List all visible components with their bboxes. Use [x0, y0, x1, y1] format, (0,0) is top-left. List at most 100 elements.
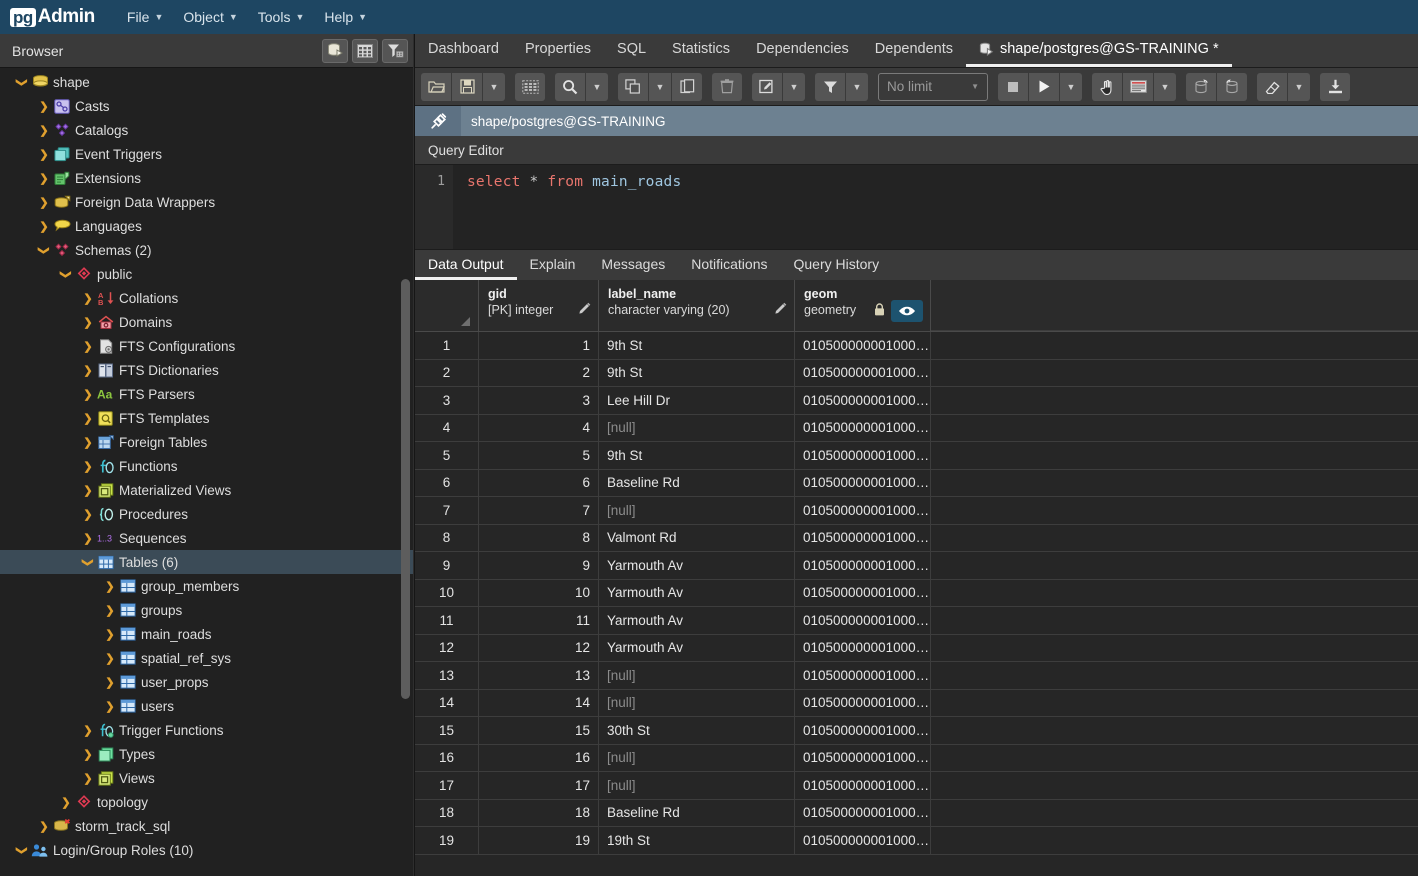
tree-item-catalogs[interactable]: ❯ Catalogs	[0, 118, 414, 142]
view-data-button[interactable]	[352, 38, 378, 63]
row-number-cell[interactable]: 12	[415, 634, 479, 662]
tab-dependencies[interactable]: Dependencies	[743, 34, 862, 67]
chevron-right-icon[interactable]: ❯	[36, 100, 52, 113]
row-number-cell[interactable]: 4	[415, 414, 479, 442]
menu-tools[interactable]: Tools ▼	[248, 5, 315, 29]
cell-geom[interactable]: 010500000001000…	[795, 359, 931, 387]
chevron-right-icon[interactable]: ❯	[80, 724, 96, 737]
cell-gid[interactable]: 6	[479, 469, 599, 497]
row-number-cell[interactable]: 10	[415, 579, 479, 607]
cell-gid[interactable]: 3	[479, 387, 599, 415]
cell-geom[interactable]: 010500000001000…	[795, 414, 931, 442]
filter-dropdown-button[interactable]: ▼	[846, 72, 868, 101]
tree-item-fts-templates[interactable]: ❯ FTS Templates	[0, 406, 414, 430]
table-row[interactable]: 6 6 Baseline Rd 010500000001000…	[415, 469, 1418, 497]
chevron-right-icon[interactable]: ❯	[102, 628, 118, 641]
grid-body[interactable]: 1 1 9th St 010500000001000… 2 2 9th St 01050000…	[415, 332, 1418, 855]
chevron-right-icon[interactable]: ❯	[80, 508, 96, 521]
output-tab-explain[interactable]: Explain	[517, 250, 589, 280]
cell-geom[interactable]: 010500000001000…	[795, 607, 931, 635]
tree-item-views[interactable]: ❯ Views	[0, 766, 414, 790]
explain-dropdown-button[interactable]: ▼	[1154, 72, 1176, 101]
execute-query-button[interactable]	[1029, 72, 1059, 101]
tree-item-trigger-functions[interactable]: ❯ Trigger Functions	[0, 718, 414, 742]
table-row[interactable]: 9 9 Yarmouth Av 010500000001000…	[415, 552, 1418, 580]
cell-gid[interactable]: 4	[479, 414, 599, 442]
tree-item-fts-dictionaries[interactable]: ❯ FTS Dictionaries	[0, 358, 414, 382]
tree-item-domains[interactable]: ❯ Domains	[0, 310, 414, 334]
explain-button[interactable]	[1092, 72, 1122, 101]
cell-gid[interactable]: 18	[479, 799, 599, 827]
copy-button[interactable]	[618, 72, 648, 101]
tree-item-foreign-data-wrappers[interactable]: ❯ Foreign Data Wrappers	[0, 190, 414, 214]
output-tab-notifications[interactable]: Notifications	[678, 250, 780, 280]
chevron-right-icon[interactable]: ❯	[102, 652, 118, 665]
tree-item-languages[interactable]: ❯ Languages	[0, 214, 414, 238]
table-row[interactable]: 4 4 [null] 010500000001000…	[415, 414, 1418, 442]
cell-label-name[interactable]: 9th St	[599, 332, 795, 360]
filter-button[interactable]	[382, 38, 408, 63]
row-number-cell[interactable]: 15	[415, 717, 479, 745]
cell-label-name[interactable]: Baseline Rd	[599, 799, 795, 827]
chevron-right-icon[interactable]: ❯	[80, 388, 96, 401]
chevron-right-icon[interactable]: ❯	[80, 460, 96, 473]
chevron-right-icon[interactable]: ❯	[80, 316, 96, 329]
chevron-right-icon[interactable]: ❯	[80, 364, 96, 377]
row-number-cell[interactable]: 14	[415, 689, 479, 717]
tree-item-user-props[interactable]: ❯ user_props	[0, 670, 414, 694]
cell-gid[interactable]: 1	[479, 332, 599, 360]
cell-label-name[interactable]: [null]	[599, 662, 795, 690]
cell-gid[interactable]: 10	[479, 579, 599, 607]
row-limit-select[interactable]: No limit ▼	[878, 72, 988, 101]
query-filter-button[interactable]	[815, 72, 845, 101]
cell-gid[interactable]: 12	[479, 634, 599, 662]
chevron-down-icon[interactable]: ❯	[16, 74, 29, 90]
row-number-cell[interactable]: 19	[415, 827, 479, 855]
find-dropdown-button[interactable]: ▼	[586, 72, 608, 101]
cell-label-name[interactable]: Valmont Rd	[599, 524, 795, 552]
table-row[interactable]: 18 18 Baseline Rd 010500000001000…	[415, 799, 1418, 827]
tab-shape-postgres-gs-training[interactable]: shape/postgres@GS-TRAINING *	[965, 34, 1232, 67]
save-dropdown-button[interactable]: ▼	[483, 72, 505, 101]
chevron-right-icon[interactable]: ❯	[36, 124, 52, 137]
chevron-right-icon[interactable]: ❯	[36, 220, 52, 233]
column-header-geom[interactable]: geom geometry	[795, 280, 931, 331]
tab-dependents[interactable]: Dependents	[862, 34, 966, 67]
table-row[interactable]: 8 8 Valmont Rd 010500000001000…	[415, 524, 1418, 552]
edit-pencil-icon[interactable]	[578, 302, 591, 315]
row-number-cell[interactable]: 16	[415, 744, 479, 772]
edit-paste-grid-button[interactable]	[515, 72, 545, 101]
cell-geom[interactable]: 010500000001000…	[795, 442, 931, 470]
chevron-right-icon[interactable]: ❯	[36, 196, 52, 209]
table-row[interactable]: 2 2 9th St 010500000001000…	[415, 359, 1418, 387]
tree-item-spatial-ref-sys[interactable]: ❯ spatial_ref_sys	[0, 646, 414, 670]
tree-item-topology[interactable]: ❯ topology	[0, 790, 414, 814]
tree-item-group-members[interactable]: ❯ group_members	[0, 574, 414, 598]
table-row[interactable]: 17 17 [null] 010500000001000…	[415, 772, 1418, 800]
cell-label-name[interactable]: 9th St	[599, 442, 795, 470]
tree-item-public[interactable]: ❯ public	[0, 262, 414, 286]
table-row[interactable]: 10 10 Yarmouth Av 010500000001000…	[415, 579, 1418, 607]
tree-item-event-triggers[interactable]: ❯ Event Triggers	[0, 142, 414, 166]
chevron-right-icon[interactable]: ❯	[102, 580, 118, 593]
tab-statistics[interactable]: Statistics	[659, 34, 743, 67]
chevron-right-icon[interactable]: ❯	[58, 796, 74, 809]
tree-item-procedures[interactable]: ❯ Procedures	[0, 502, 414, 526]
row-number-cell[interactable]: 17	[415, 772, 479, 800]
chevron-right-icon[interactable]: ❯	[80, 436, 96, 449]
tree-item-shape[interactable]: ❯ shape	[0, 70, 414, 94]
output-tab-messages[interactable]: Messages	[588, 250, 678, 280]
chevron-right-icon[interactable]: ❯	[80, 772, 96, 785]
edit-button[interactable]	[752, 72, 782, 101]
chevron-down-icon[interactable]: ❯	[82, 554, 95, 570]
cell-label-name[interactable]: 30th St	[599, 717, 795, 745]
cell-gid[interactable]: 8	[479, 524, 599, 552]
cell-label-name[interactable]: Yarmouth Av	[599, 552, 795, 580]
chevron-right-icon[interactable]: ❯	[80, 292, 96, 305]
cell-geom[interactable]: 010500000001000…	[795, 524, 931, 552]
tree-item-collations[interactable]: ❯ A B Collations	[0, 286, 414, 310]
cell-geom[interactable]: 010500000001000…	[795, 717, 931, 745]
row-number-cell[interactable]: 5	[415, 442, 479, 470]
tree-item-extensions[interactable]: ❯ Extensions	[0, 166, 414, 190]
tree-item-foreign-tables[interactable]: ❯ Foreign Tables	[0, 430, 414, 454]
